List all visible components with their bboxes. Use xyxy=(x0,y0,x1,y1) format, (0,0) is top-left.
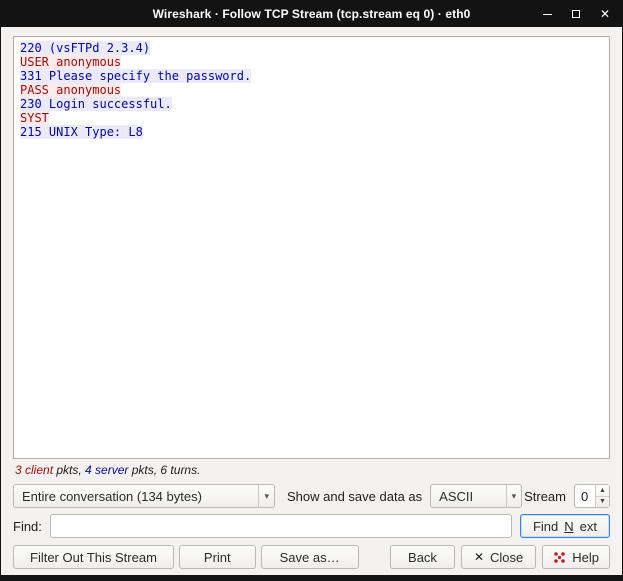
find-next-label-rest: ext xyxy=(579,518,597,534)
find-next-mnemonic: N xyxy=(564,518,574,534)
stream-line-server: 331 Please specify the password. xyxy=(20,69,252,83)
follow-tcp-stream-dialog: Wireshark · Follow TCP Stream (tcp.strea… xyxy=(0,0,623,581)
stream-line-server: 220 (vsFTPd 2.3.4) xyxy=(20,41,151,55)
conversation-select-value: Entire conversation (134 bytes) xyxy=(22,488,202,504)
spinner-up-button[interactable]: ▲ xyxy=(596,485,609,497)
stream-line-client: SYST xyxy=(20,111,49,125)
stream-line-client: USER anonymous xyxy=(20,55,122,69)
stream-line-server: 230 Login successful. xyxy=(20,97,172,111)
save-as-button[interactable]: Save as… xyxy=(260,545,359,569)
chevron-down-icon: ▾ xyxy=(258,485,274,507)
back-button[interactable]: Back xyxy=(390,545,455,569)
find-label: Find: xyxy=(13,518,42,534)
stream-content[interactable]: 220 (vsFTPd 2.3.4) USER anonymous 331 Plea… xyxy=(13,36,610,459)
close-button[interactable]: ✕ Close xyxy=(460,545,537,569)
find-input[interactable] xyxy=(49,514,512,538)
stream-label: Stream xyxy=(524,488,566,504)
find-row: Find: Find Next xyxy=(13,514,610,538)
close-icon: ✕ xyxy=(473,550,484,564)
titlebar[interactable]: Wireshark · Follow TCP Stream (tcp.strea… xyxy=(1,1,622,27)
maximize-button[interactable] xyxy=(569,7,583,21)
right-button-group: Back ✕ Close Help xyxy=(390,545,610,569)
help-icon xyxy=(554,551,566,563)
chevron-down-icon: ▾ xyxy=(505,485,522,507)
find-next-label: Find xyxy=(532,518,559,534)
show-save-label: Show and save data as xyxy=(287,488,423,504)
left-button-group: Filter Out This Stream Print Save as… xyxy=(13,545,359,569)
window-title: Wireshark · Follow TCP Stream (tcp.strea… xyxy=(152,7,471,21)
dialog-content: 220 (vsFTPd 2.3.4) USER anonymous 331 Plea… xyxy=(1,27,622,576)
stream-stats: 3 client pkts, 4 server pkts, 6 turns. xyxy=(15,463,201,477)
help-button[interactable]: Help xyxy=(542,545,610,569)
print-button[interactable]: Print xyxy=(178,545,256,569)
data-format-select-value: ASCII xyxy=(439,488,474,504)
help-button-label: Help xyxy=(572,549,599,565)
maximize-icon xyxy=(572,10,580,18)
close-button-label: Close xyxy=(490,549,524,565)
close-window-button[interactable]: ✕ xyxy=(598,7,612,21)
minimize-button[interactable] xyxy=(540,7,554,21)
close-window-icon: ✕ xyxy=(599,7,611,21)
stream-line-client: PASS anonymous xyxy=(20,83,122,97)
stream-line-server: 215 UNIX Type: L8 xyxy=(20,125,143,139)
find-next-button[interactable]: Find Next xyxy=(519,514,610,538)
stream-options-row: Entire conversation (134 bytes) ▾ Show a… xyxy=(13,484,610,508)
filter-out-stream-button[interactable]: Filter Out This Stream xyxy=(13,545,174,569)
window-controls: ✕ xyxy=(540,1,612,27)
spinner-down-button[interactable]: ▼ xyxy=(596,497,609,508)
conversation-select[interactable]: Entire conversation (134 bytes) ▾ xyxy=(13,484,275,508)
stream-number-spinner[interactable]: 0 ▲ ▼ xyxy=(574,484,610,508)
data-format-select[interactable]: ASCII ▾ xyxy=(430,484,523,508)
minimize-icon xyxy=(542,13,552,15)
spinner-buttons: ▲ ▼ xyxy=(595,485,609,507)
action-buttons-row: Filter Out This Stream Print Save as… Ba… xyxy=(13,545,610,569)
stream-number-value: 0 xyxy=(581,488,589,504)
